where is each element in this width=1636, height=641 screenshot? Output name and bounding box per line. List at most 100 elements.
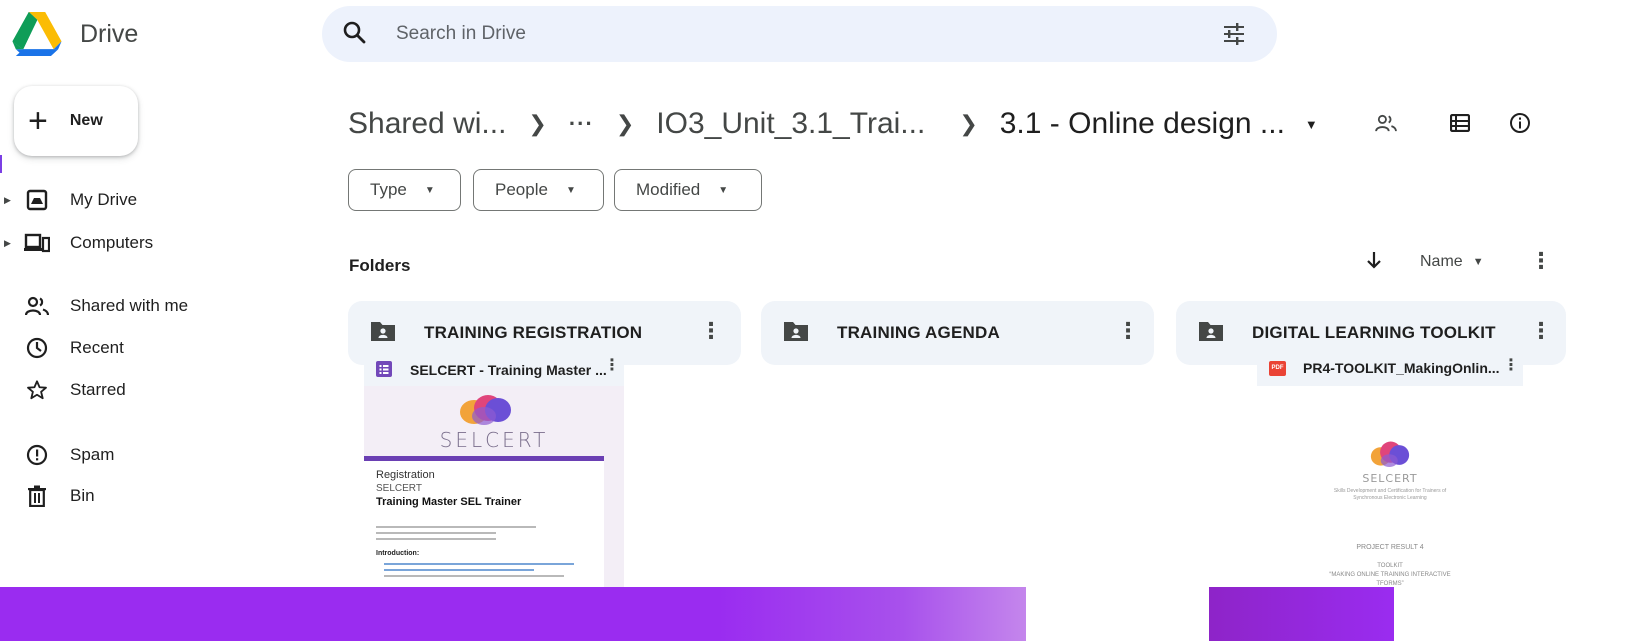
overlay-banner-small <box>1209 587 1394 641</box>
filter-type-label: Type <box>370 180 407 199</box>
sort-by-button[interactable]: Name ▼ <box>1420 253 1484 271</box>
breadcrumb-ellipsis[interactable]: ··· <box>569 111 594 137</box>
file-name: PR4-TOOLKIT_MakingOnlin... <box>1303 360 1500 376</box>
search-icon[interactable] <box>342 20 368 46</box>
more-options-icon[interactable]: ⋮ <box>700 320 722 342</box>
sidebar-item-spam[interactable]: Spam <box>0 437 322 473</box>
breadcrumb-item-shared[interactable]: Shared wi... <box>348 107 506 141</box>
more-options-icon[interactable]: ⋮ <box>604 358 620 374</box>
filter-modified-chip[interactable]: Modified ▼ <box>614 169 762 211</box>
breadcrumb-item-io3[interactable]: IO3_Unit_3.1_Trai... <box>656 107 925 141</box>
spam-icon <box>22 440 52 470</box>
manage-access-button[interactable] <box>1371 108 1401 138</box>
more-options-icon[interactable]: ⋮ <box>1530 320 1552 342</box>
sort-by-label: Name <box>1420 253 1463 270</box>
file-card[interactable]: PDF PR4-TOOLKIT_MakingOnlin... ⋮ SELCERT… <box>1257 352 1523 587</box>
caret-down-icon: ▼ <box>424 184 435 196</box>
form-link-lines <box>384 563 584 577</box>
sidebar-item-starred[interactable]: Starred <box>0 372 322 408</box>
search-bar[interactable] <box>322 6 1277 62</box>
app-name: Drive <box>80 19 139 48</box>
form-text-lines <box>376 526 576 540</box>
form-sheet: Registration SELCERT Training Master SEL… <box>364 461 604 587</box>
bin-icon <box>22 481 52 511</box>
info-icon <box>1510 113 1530 133</box>
caret-down-icon: ▼ <box>1472 256 1484 268</box>
file-thumbnail: SELCERT Skills Development and Certifica… <box>1257 386 1523 587</box>
sidebar-item-label: Spam <box>70 445 115 464</box>
more-options-icon[interactable]: ⋮ <box>1530 250 1552 272</box>
pdf-icon: PDF <box>1269 361 1286 376</box>
filter-modified-label: Modified <box>636 180 701 199</box>
list-view-icon <box>1450 114 1470 132</box>
folder-name: TRAINING REGISTRATION <box>424 323 643 342</box>
sidebar-item-label: Computers <box>70 233 154 252</box>
thumbnail-brand: SELCERT <box>1362 472 1418 485</box>
sidebar-item-bin[interactable]: Bin <box>0 478 322 514</box>
shared-folder-icon <box>1199 322 1223 341</box>
thumbnail-doc-type: TOOLKIT <box>1377 563 1403 569</box>
plus-icon: + <box>28 102 48 140</box>
sidebar-item-label: Recent <box>70 338 124 357</box>
sidebar-item-label: Starred <box>70 380 126 399</box>
expand-caret-icon[interactable]: ▶ <box>4 238 11 249</box>
folder-name: DIGITAL LEARNING TOOLKIT <box>1252 323 1496 342</box>
sidebar-item-computers[interactable]: ▶ Computers <box>0 225 322 261</box>
sidebar-item-recent[interactable]: Recent <box>0 330 322 366</box>
file-card-header: PDF PR4-TOOLKIT_MakingOnlin... ⋮ <box>1257 352 1523 386</box>
more-options-icon[interactable]: ⋮ <box>1503 358 1519 374</box>
filter-people-chip[interactable]: People ▼ <box>473 169 604 211</box>
thumbnail-brand: SELCERT <box>439 428 549 452</box>
shared-folder-icon <box>371 322 395 341</box>
file-card[interactable]: SELCERT - Training Master ... ⋮ SELCERT … <box>364 352 624 587</box>
caret-down-icon[interactable]: ▼ <box>1305 117 1318 132</box>
chevron-right-icon: ❯ <box>615 111 635 136</box>
more-options-icon[interactable]: ⋮ <box>1117 320 1139 342</box>
filter-type-chip[interactable]: Type ▼ <box>348 169 461 211</box>
form-section: Introduction: <box>376 550 420 557</box>
search-input[interactable] <box>396 14 1176 54</box>
sidebar-item-my-drive[interactable]: ▶ My Drive <box>0 182 322 218</box>
filter-people-label: People <box>495 180 548 199</box>
section-title-folders: Folders <box>349 256 411 275</box>
selcert-logo-icon <box>460 395 511 425</box>
file-thumbnail: SELCERT Registration SELCERT Training Ma… <box>364 386 624 587</box>
sort-direction-icon[interactable] <box>1362 248 1386 272</box>
overlay-banner <box>0 587 1026 641</box>
thumbnail-project: PROJECT RESULT 4 <box>1356 544 1424 551</box>
sidebar-nav: ▶ My Drive ▶ Computers Shared with me Re… <box>0 180 322 510</box>
list-view-button[interactable] <box>1445 108 1475 138</box>
form-title: Training Master SEL Trainer <box>376 496 522 508</box>
drive-logo-icon <box>12 12 62 56</box>
left-accent-line <box>0 155 2 173</box>
sidebar-item-label: Shared with me <box>70 296 189 315</box>
breadcrumb: Shared wi... ❯ ··· ❯ IO3_Unit_3.1_Trai..… <box>348 98 1318 150</box>
new-button[interactable]: + New <box>14 86 138 156</box>
expand-caret-icon[interactable]: ▶ <box>4 195 11 206</box>
star-icon <box>22 375 52 405</box>
people-icon <box>22 291 52 321</box>
selcert-logo-icon <box>1370 441 1410 468</box>
new-button-label: New <box>69 112 103 129</box>
sidebar-item-label: Bin <box>70 486 95 505</box>
sidebar-item-shared-with-me[interactable]: Shared with me <box>0 288 322 324</box>
folder-name: TRAINING AGENDA <box>837 323 1000 342</box>
computers-icon <box>22 228 52 258</box>
caret-down-icon: ▼ <box>565 184 576 196</box>
people-icon <box>1375 114 1397 132</box>
details-button[interactable] <box>1505 108 1535 138</box>
folder-card[interactable]: TRAINING AGENDA ⋮ <box>761 301 1154 365</box>
breadcrumb-current-folder[interactable]: 3.1 - Online design ... <box>1000 107 1285 141</box>
thumbnail-doc-title: “MAKING ONLINE TRAINING INTERACTIVE <box>1329 572 1451 578</box>
chevron-right-icon: ❯ <box>959 111 978 136</box>
file-card-header: SELCERT - Training Master ... ⋮ <box>364 352 624 386</box>
form-line-1: Registration <box>376 469 435 481</box>
form-line-2: SELCERT <box>376 483 422 494</box>
search-options-icon[interactable] <box>1222 22 1246 46</box>
thumbnail-tagline: Skills Development and Certification for… <box>1333 488 1447 501</box>
my-drive-icon <box>22 185 52 215</box>
drive-brand[interactable]: Drive <box>12 6 138 62</box>
caret-down-icon: ▼ <box>718 184 729 196</box>
chevron-right-icon: ❯ <box>528 111 547 136</box>
forms-icon <box>376 361 392 377</box>
